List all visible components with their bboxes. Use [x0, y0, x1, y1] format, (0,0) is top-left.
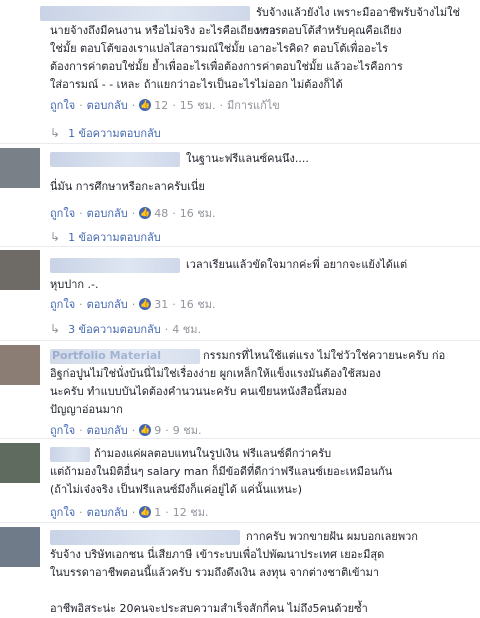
like-button[interactable]: ถูกใจ — [50, 96, 75, 114]
like-button[interactable]: ถูกใจ — [50, 295, 75, 313]
comment-text: นายจ้างถึงมีคนงาน หรือไม่จริง อะไรคือเถี… — [50, 24, 403, 91]
reply-button[interactable]: ตอบกลับ — [87, 503, 128, 521]
commenter-name[interactable] — [50, 530, 240, 545]
comment-first-line: ในฐานะฟรีแลนซ์คนนึง.... — [186, 152, 309, 165]
reply-button[interactable]: ตอบกลับ — [87, 204, 128, 222]
commenter-name[interactable] — [50, 152, 180, 167]
like-count[interactable]: 9 — [154, 424, 161, 437]
commenter-name[interactable] — [40, 6, 250, 21]
like-button[interactable]: ถูกใจ — [50, 204, 75, 222]
reply-arrow-icon: ↳ — [50, 230, 61, 244]
like-icon: 👍 — [139, 506, 152, 518]
divider — [0, 438, 480, 439]
avatar[interactable] — [0, 345, 40, 385]
replies-timestamp[interactable]: 4 ชม. — [172, 320, 201, 338]
timestamp[interactable]: 16 ชม. — [180, 204, 216, 222]
avatar[interactable] — [0, 443, 40, 483]
divider — [0, 143, 480, 144]
view-replies-link[interactable]: ↳ 1 ข้อความตอบกลับ — [50, 124, 161, 142]
like-count[interactable]: 48 — [154, 207, 168, 220]
reply-arrow-icon: ↳ — [50, 322, 61, 336]
timestamp[interactable]: 15 ชม. — [180, 96, 216, 114]
comment-first-line: กรรมกรที่ไหนใช้แต่แรง ไม่ใช่วัวใช่ควายนะ… — [203, 349, 446, 362]
replies-count[interactable]: 3 ข้อความตอบกลับ — [68, 320, 161, 338]
reply-button[interactable]: ตอบกลับ — [87, 96, 128, 114]
reply-arrow-icon: ↳ — [50, 126, 61, 140]
comment-text: หุบปาก .-. — [50, 278, 99, 291]
view-replies-link[interactable]: ↳ 3 ข้อความตอบกลับ · 4 ชม. — [50, 320, 201, 338]
divider — [0, 340, 480, 341]
comment-first-line: กากครับ พวกขายฝัน ผมบอกเลยพวก — [246, 530, 418, 543]
reply-button[interactable]: ตอบกลับ — [87, 295, 128, 313]
like-button[interactable]: ถูกใจ — [50, 421, 75, 439]
comment-actions: ถูกใจ · ตอบกลับ · 👍 9 · 9 ชม. — [50, 421, 201, 439]
commenter-name-text[interactable]: Portfolio Material — [52, 349, 200, 362]
timestamp[interactable]: 16 ชม. — [180, 295, 216, 313]
commenter-name[interactable] — [50, 447, 90, 462]
replies-count[interactable]: 1 ข้อความตอบกลับ — [68, 228, 161, 246]
view-replies-link[interactable]: ↳ 1 ข้อความตอบกลับ — [50, 228, 161, 246]
timestamp[interactable]: 12 ชม. — [173, 503, 209, 521]
comment-actions: ถูกใจ · ตอบกลับ · 👍 31 · 16 ชม. — [50, 295, 215, 313]
comment-text: อิฐก่อปูนไม่ใช่นั่งบ้นนี่ไม่ใช่เรื่องง่า… — [50, 367, 381, 416]
like-button[interactable]: ถูกใจ — [50, 503, 75, 521]
avatar[interactable] — [0, 250, 40, 290]
like-icon: 👍 — [139, 99, 152, 111]
replies-count[interactable]: 1 ข้อความตอบกลับ — [68, 124, 161, 142]
comment-text: รับจ้าง บริษัทเอกชน นี่เสียภาษี เข้าระบบ… — [50, 548, 385, 615]
comment-first-line: เวลาเรียนแล้วขัดใจมากค่ะพี่ อยากจะแย้งได… — [186, 258, 408, 271]
comment-text: แต่ถ้ามองในมิติอื่นๆ salary man ก็มีข้อด… — [50, 465, 393, 496]
like-icon: 👍 — [139, 207, 152, 219]
commenter-name[interactable] — [50, 258, 180, 273]
reply-button[interactable]: ตอบกลับ — [87, 421, 128, 439]
edited-label[interactable]: มีการแก้ไข — [227, 96, 280, 114]
like-count[interactable]: 1 — [154, 506, 161, 519]
avatar[interactable] — [0, 527, 40, 567]
comment-text: นี่มัน การศึกษาหรือกะลาครับเนี่ย — [50, 180, 205, 193]
like-count[interactable]: 12 — [154, 99, 168, 112]
timestamp[interactable]: 9 ชม. — [173, 421, 202, 439]
divider — [0, 522, 480, 523]
comment-actions: ถูกใจ · ตอบกลับ · 👍 48 · 16 ชม. — [50, 204, 215, 222]
like-icon: 👍 — [139, 298, 152, 310]
divider — [0, 246, 480, 247]
comment-actions: ถูกใจ · ตอบกลับ · 👍 12 · 15 ชม. · มีการแ… — [50, 96, 280, 114]
like-count[interactable]: 31 — [154, 298, 168, 311]
avatar[interactable] — [0, 148, 40, 188]
like-icon: 👍 — [139, 424, 152, 436]
comment-first-line: ถ้ามองแค่ผลตอบแทนในรูปเงิน ฟรีแลนซ์ดีกว่… — [94, 447, 332, 460]
comment-actions: ถูกใจ · ตอบกลับ · 👍 1 · 12 ชม. — [50, 503, 208, 521]
